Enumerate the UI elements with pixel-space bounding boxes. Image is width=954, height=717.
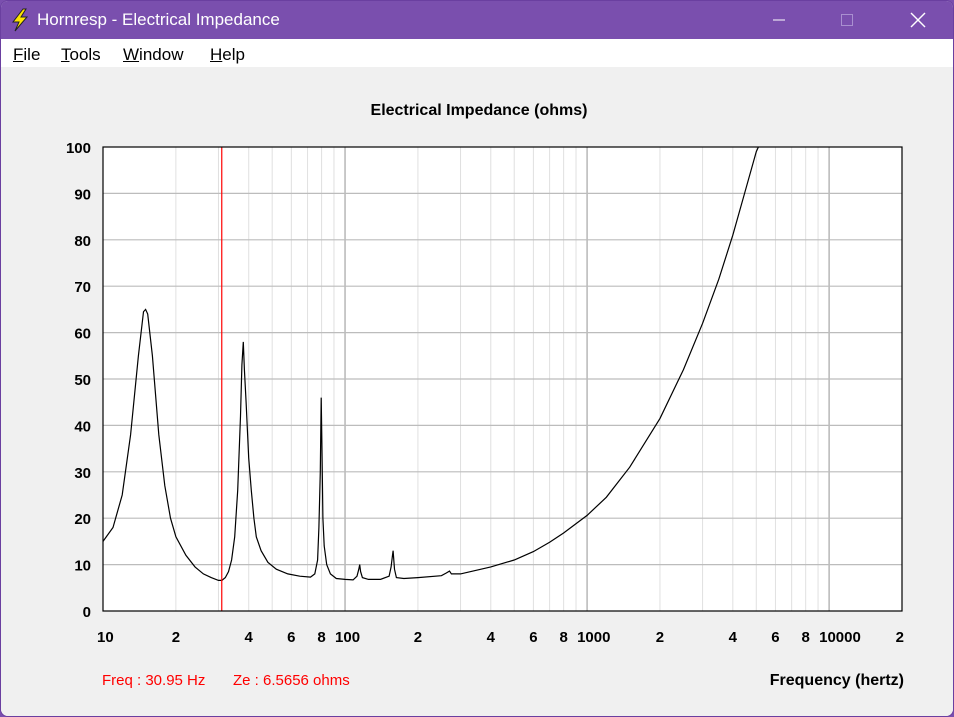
menu-tools[interactable]: Tools <box>61 45 101 65</box>
x-tick-label: 10 <box>97 629 114 646</box>
x-tick-label: 10000 <box>819 629 861 646</box>
x-tick-label: 4 <box>245 629 254 646</box>
y-tick-label: 10 <box>74 558 91 575</box>
y-tick-label: 70 <box>74 279 91 296</box>
y-tick-label: 90 <box>74 186 91 203</box>
close-button[interactable] <box>895 1 941 39</box>
x-tick-label: 8 <box>802 629 810 646</box>
y-axis-tick-labels: 0 10 20 30 40 50 60 70 80 90 100 <box>66 140 91 621</box>
x-tick-label: 2 <box>414 629 422 646</box>
title-bar[interactable]: Hornresp - Electrical Impedance <box>1 1 953 39</box>
x-tick-label: 6 <box>771 629 779 646</box>
x-tick-label: 8 <box>317 629 325 646</box>
y-tick-label: 100 <box>66 140 91 157</box>
x-tick-label: 6 <box>529 629 537 646</box>
menu-help[interactable]: Help <box>210 45 245 65</box>
y-tick-label: 40 <box>74 418 91 435</box>
chart-title: Electrical Impedance (ohms) <box>371 102 588 119</box>
close-icon <box>910 12 926 28</box>
window-title: Hornresp - Electrical Impedance <box>37 10 280 29</box>
minimize-button[interactable] <box>755 1 801 39</box>
x-tick-label: 4 <box>487 629 496 646</box>
lightning-bolt-icon <box>11 8 29 32</box>
y-tick-label: 60 <box>74 326 91 343</box>
status-freq: Freq : 30.95 Hz <box>102 672 205 689</box>
y-tick-label: 50 <box>74 372 91 389</box>
x-axis-label: Frequency (hertz) <box>770 672 904 689</box>
status-ze: Ze : 6.5656 ohms <box>233 672 350 689</box>
y-tick-label: 80 <box>74 233 91 250</box>
menu-window[interactable]: Window <box>123 45 183 65</box>
impedance-chart[interactable]: Electrical Impedance (ohms) 0 10 20 30 40 50 6… <box>1 67 953 716</box>
menu-file[interactable]: File <box>13 45 40 65</box>
app-window: Hornresp - Electrical Impedance File Too… <box>0 0 954 717</box>
x-tick-label: 100 <box>335 629 360 646</box>
menu-bar: File Tools Window Help <box>1 39 953 67</box>
maximize-icon <box>841 14 853 26</box>
x-tick-label: 4 <box>729 629 738 646</box>
chart-area[interactable]: Electrical Impedance (ohms) 0 10 20 30 40 50 6… <box>1 67 953 716</box>
minimize-icon <box>773 19 785 21</box>
y-tick-label: 0 <box>83 604 91 621</box>
maximize-button[interactable] <box>824 1 870 39</box>
x-tick-label: 2 <box>896 629 904 646</box>
x-tick-label: 2 <box>172 629 180 646</box>
y-tick-label: 20 <box>74 511 91 528</box>
x-tick-label: 8 <box>559 629 567 646</box>
x-tick-label: 1000 <box>577 629 610 646</box>
x-axis-tick-labels: 10 2 4 6 8 100 2 4 6 8 1000 2 4 6 8 10000 2 <box>97 629 904 646</box>
x-tick-label: 6 <box>287 629 295 646</box>
y-tick-label: 30 <box>74 465 91 482</box>
x-tick-label: 2 <box>656 629 664 646</box>
